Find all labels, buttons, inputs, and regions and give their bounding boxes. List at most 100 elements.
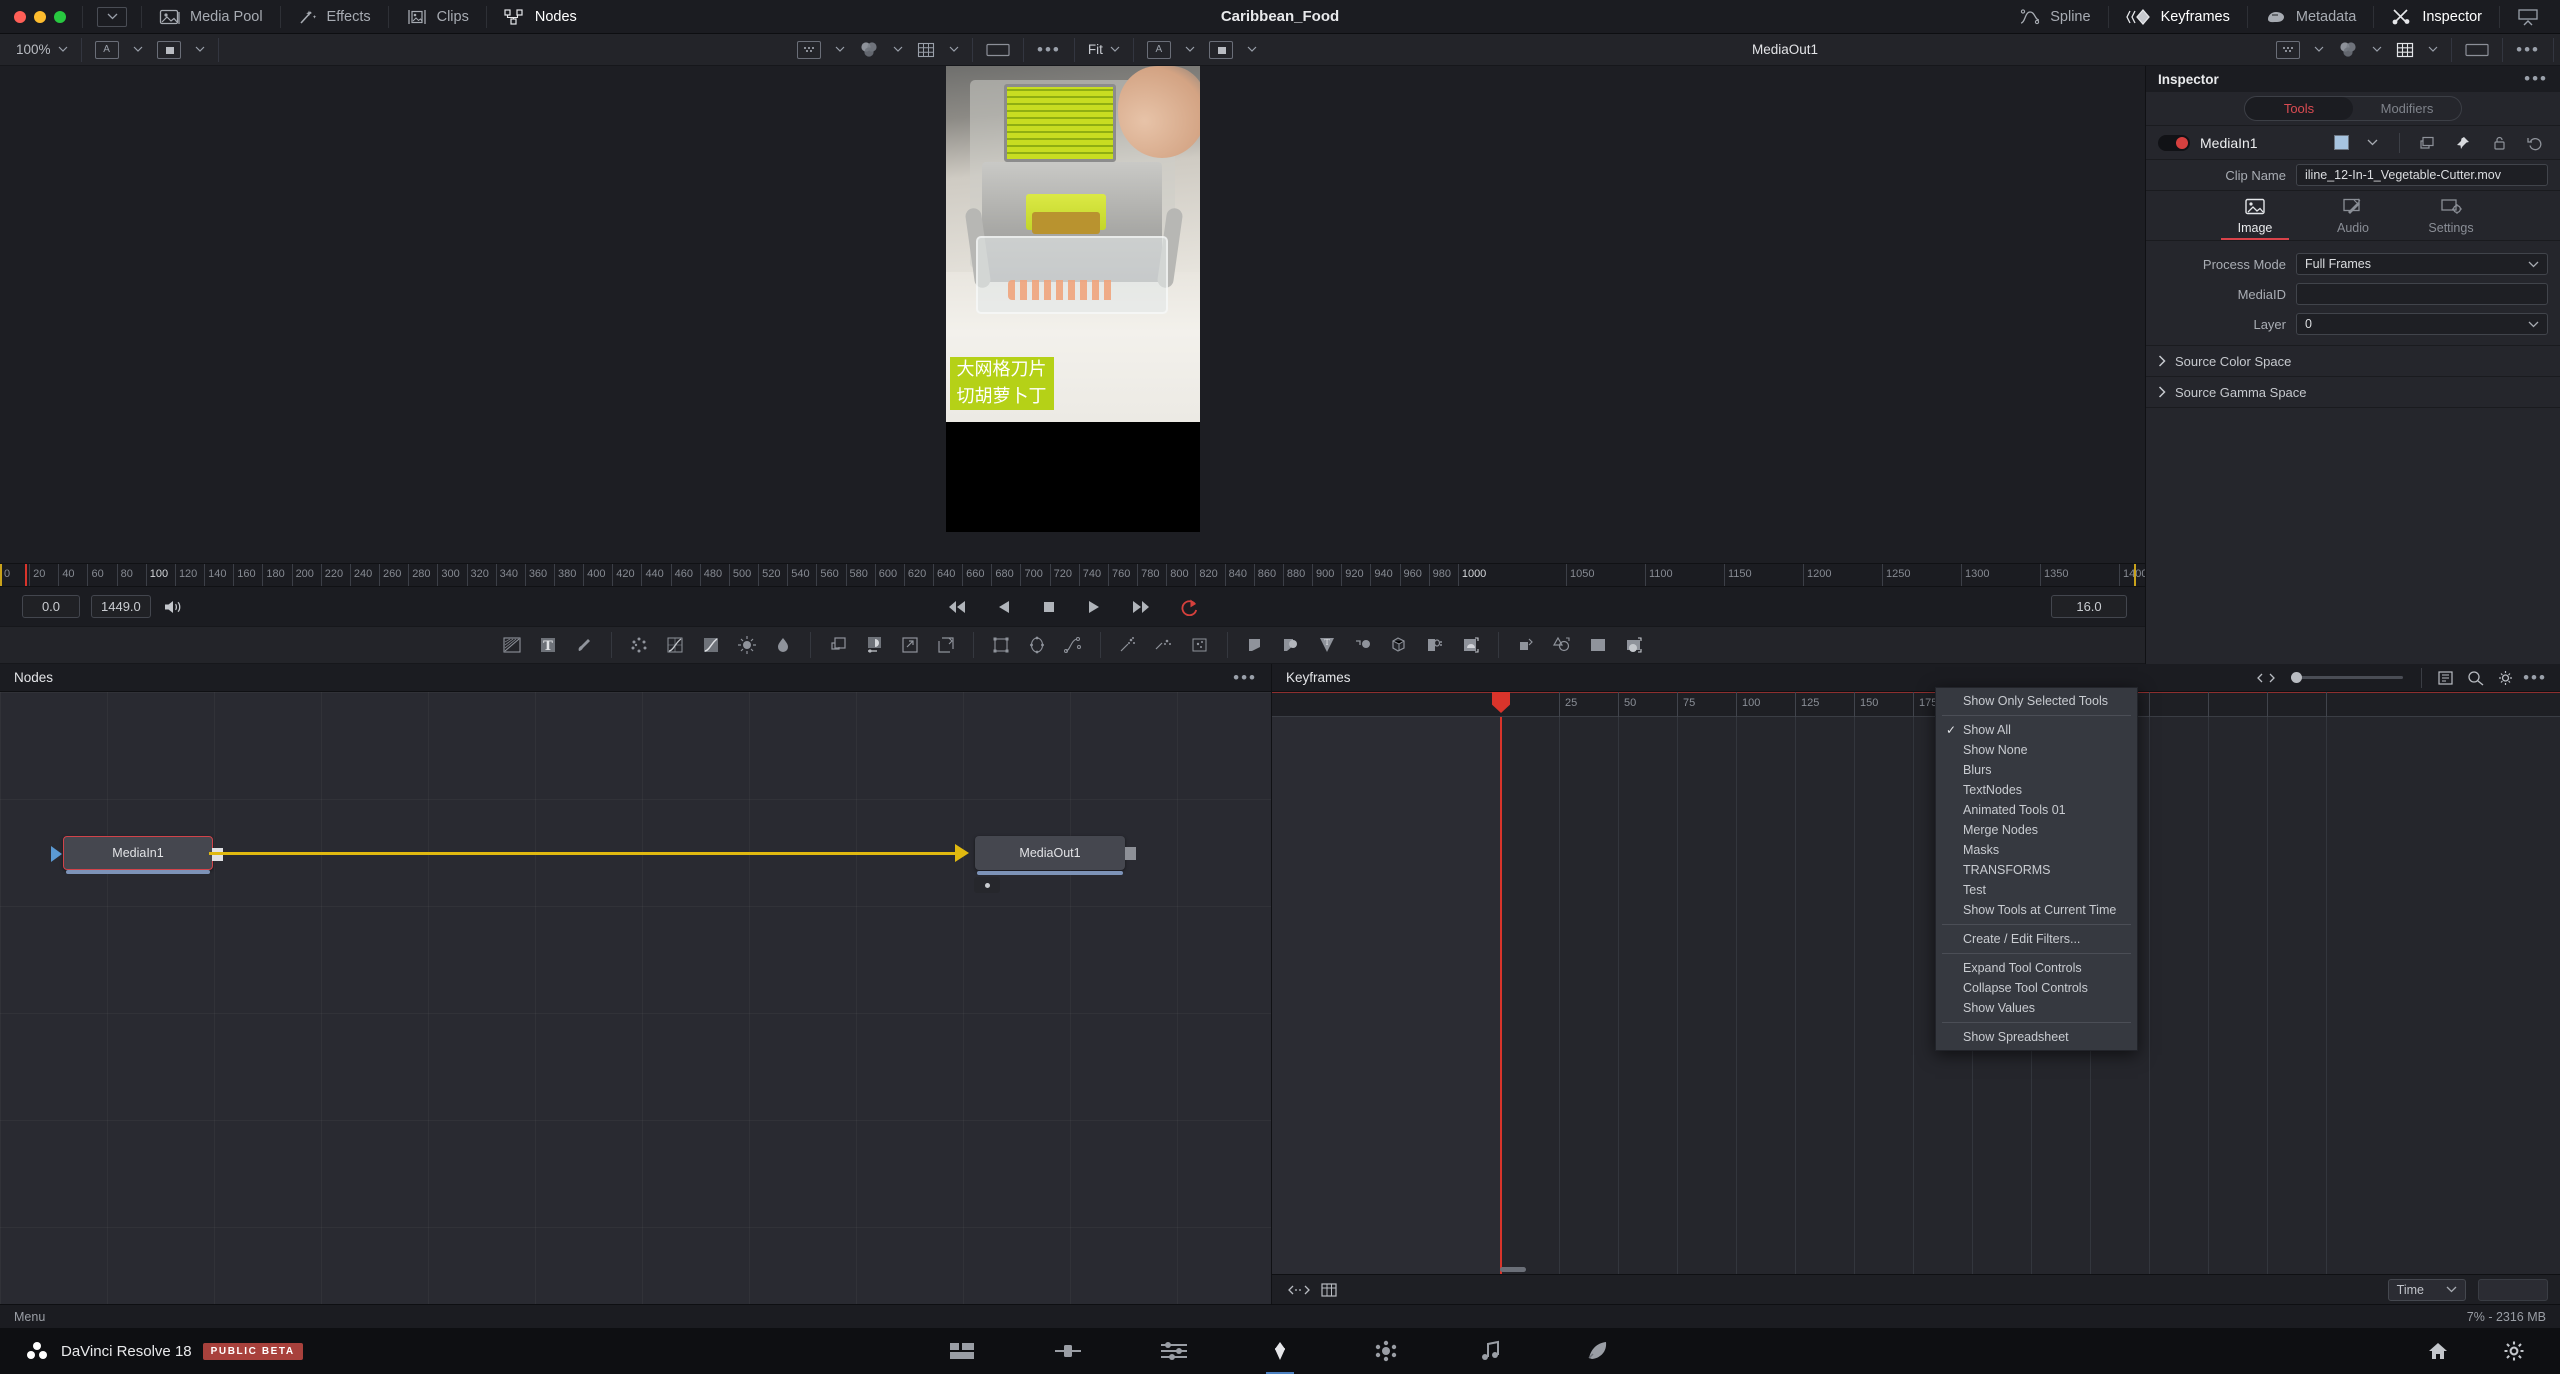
context-menu-item[interactable]: Create / Edit Filters... (1936, 929, 2137, 949)
node-color-swatch[interactable] (2334, 135, 2349, 150)
context-menu-item[interactable]: Collapse Tool Controls (1936, 978, 2137, 998)
particle-spawn-icon[interactable] (1146, 626, 1182, 664)
maximize-window-button[interactable] (54, 10, 66, 23)
effects-button[interactable]: Effects (283, 0, 386, 34)
alpha-chevron-icon[interactable] (126, 34, 150, 66)
range-start-marker[interactable] (0, 564, 2, 586)
close-window-button[interactable] (14, 10, 26, 23)
dissolve-tool-icon[interactable] (856, 626, 892, 664)
inspector-options-menu-icon[interactable]: ••• (2524, 70, 2548, 87)
fit-chevron-icon[interactable] (1110, 34, 1127, 66)
camera-3d-icon[interactable] (1417, 626, 1453, 664)
media-page-icon[interactable] (942, 1334, 982, 1368)
keyframes-value-field[interactable] (2478, 1278, 2548, 1301)
context-menu-item[interactable]: Show Values (1936, 998, 2137, 1018)
context-menu-item[interactable]: Merge Nodes (1936, 820, 2137, 840)
node-color-chevron-icon[interactable] (2359, 130, 2385, 156)
current-frame-field[interactable]: 16.0 (2051, 595, 2127, 618)
process-mode-dropdown[interactable]: Full Frames (2296, 253, 2548, 275)
keyframes-track-list[interactable] (1272, 717, 1500, 1274)
keyframes-zoom-slider[interactable] (2291, 672, 2403, 683)
merge-3d-icon[interactable] (1345, 626, 1381, 664)
media-pool-button[interactable]: Media Pool (144, 0, 278, 34)
loop-button[interactable] (1179, 598, 1199, 616)
section-source-color-space[interactable]: Source Color Space (2146, 346, 2560, 377)
keyframes-options-menu-icon[interactable]: ••• (2520, 664, 2550, 692)
keyframes-range-icon[interactable] (2251, 664, 2281, 692)
polygon-mask-icon[interactable] (1055, 626, 1091, 664)
node-enable-toggle[interactable] (2158, 134, 2190, 151)
grid-overlay-icon-3[interactable] (2389, 34, 2421, 66)
keyframes-mode-dropdown[interactable]: Time (2387, 1278, 2466, 1301)
context-menu-item[interactable]: ✓ Show All (1936, 720, 2137, 740)
node-output-connector[interactable] (1125, 847, 1136, 860)
menu-label[interactable]: Menu (14, 1310, 45, 1324)
keyframes-context-menu[interactable]: Show Only Selected Tools ✓ Show All Show No… (1935, 687, 2138, 1051)
context-menu-item[interactable]: Blurs (1936, 760, 2137, 780)
context-menu-item[interactable]: Test (1936, 880, 2137, 900)
section-source-gamma-space[interactable]: Source Gamma Space (2146, 377, 2560, 408)
zoom-level-label[interactable]: 100% (0, 42, 51, 57)
node-view-badge[interactable] (974, 877, 1000, 893)
timeline-ruler[interactable]: 0 20 40 60 80 100 120 140 160 180 200 220 240 260 280 3… (0, 563, 2145, 586)
clips-button[interactable]: Clips (391, 0, 484, 34)
end-time-field[interactable]: 1449.0 (91, 595, 151, 618)
background-tool-icon[interactable] (494, 626, 530, 664)
stop-button[interactable] (1041, 599, 1057, 615)
zoom-dropdown-chevron-icon[interactable] (51, 34, 75, 66)
color-curves-tool-icon[interactable] (693, 626, 729, 664)
render-preview-icon[interactable] (1616, 626, 1652, 664)
edit-page-icon[interactable] (1154, 1334, 1194, 1368)
home-icon[interactable] (2426, 1340, 2450, 1362)
particle-render-icon[interactable] (1182, 626, 1218, 664)
clip-name-field[interactable]: iline_12-In-1_Vegetable-Cutter.mov (2296, 164, 2548, 186)
viewer-layout-button-2[interactable] (1202, 34, 1240, 66)
rectangle-mask-icon[interactable] (983, 626, 1019, 664)
spline-button[interactable]: Spline (2004, 0, 2105, 34)
deliver-page-icon[interactable] (1578, 1334, 1618, 1368)
nodes-options-menu-icon[interactable]: ••• (1233, 669, 1257, 686)
color-chevron-icon[interactable] (886, 34, 910, 66)
keyframes-fit-icon[interactable] (2430, 664, 2460, 692)
keyframes-autofit-icon[interactable] (1284, 1276, 1314, 1304)
context-menu-item[interactable]: Show None (1936, 740, 2137, 760)
alpha-channel-button[interactable]: A (88, 34, 126, 66)
hue-curves-tool-icon[interactable] (765, 626, 801, 664)
color-corrector-tool-icon[interactable] (657, 626, 693, 664)
play-button[interactable] (1085, 599, 1101, 615)
node-connection-wire[interactable] (209, 852, 959, 855)
tab-settings[interactable]: Settings (2402, 197, 2500, 240)
checker-background-button[interactable] (790, 34, 828, 66)
chevron-down-icon[interactable] (97, 6, 127, 27)
ellipse-mask-icon[interactable] (1019, 626, 1055, 664)
tab-modifiers[interactable]: Modifiers (2353, 97, 2461, 120)
keyframes-settings-icon[interactable] (2490, 664, 2520, 692)
color-wheels-icon[interactable] (852, 34, 886, 66)
range-end-marker[interactable] (2134, 564, 2136, 586)
transform-3d-icon[interactable] (1508, 626, 1544, 664)
viewer-frame-button-3[interactable] (2458, 34, 2496, 66)
tab-audio[interactable]: Audio (2304, 197, 2402, 240)
keyframes-ruler[interactable]: 25 50 75 100 125 150 175 (1272, 692, 2560, 717)
keyframes-zoom-icon[interactable] (2460, 664, 2490, 692)
keyframes-playhead[interactable] (1492, 692, 1510, 1274)
keyframes-spreadsheet-icon[interactable] (1314, 1276, 1344, 1304)
color-chevron-icon-3[interactable] (2365, 34, 2389, 66)
solid-fill-icon[interactable] (1580, 626, 1616, 664)
text-tool-icon[interactable]: T (530, 626, 566, 664)
node-mediain1[interactable]: MediaIn1 (51, 836, 223, 874)
reset-icon[interactable] (2522, 130, 2548, 156)
viewer-frame-button[interactable] (979, 34, 1017, 66)
viewer-options-menu-icon-3[interactable]: ••• (2509, 34, 2547, 66)
particle-emitter-icon[interactable] (1110, 626, 1146, 664)
checker-chevron-icon[interactable] (828, 34, 852, 66)
shapes-combine-icon[interactable] (1544, 626, 1580, 664)
tab-image[interactable]: Image (2206, 197, 2304, 240)
context-menu-item[interactable]: Expand Tool Controls (1936, 958, 2137, 978)
shape-3d-icon[interactable] (1273, 626, 1309, 664)
context-menu-item[interactable]: Animated Tools 01 (1936, 800, 2137, 820)
alpha-chevron-icon-2[interactable] (1178, 34, 1202, 66)
color-page-icon[interactable] (1366, 1334, 1406, 1368)
keyframes-tracks[interactable] (1272, 692, 2560, 1274)
pin-icon[interactable] (2450, 130, 2476, 156)
